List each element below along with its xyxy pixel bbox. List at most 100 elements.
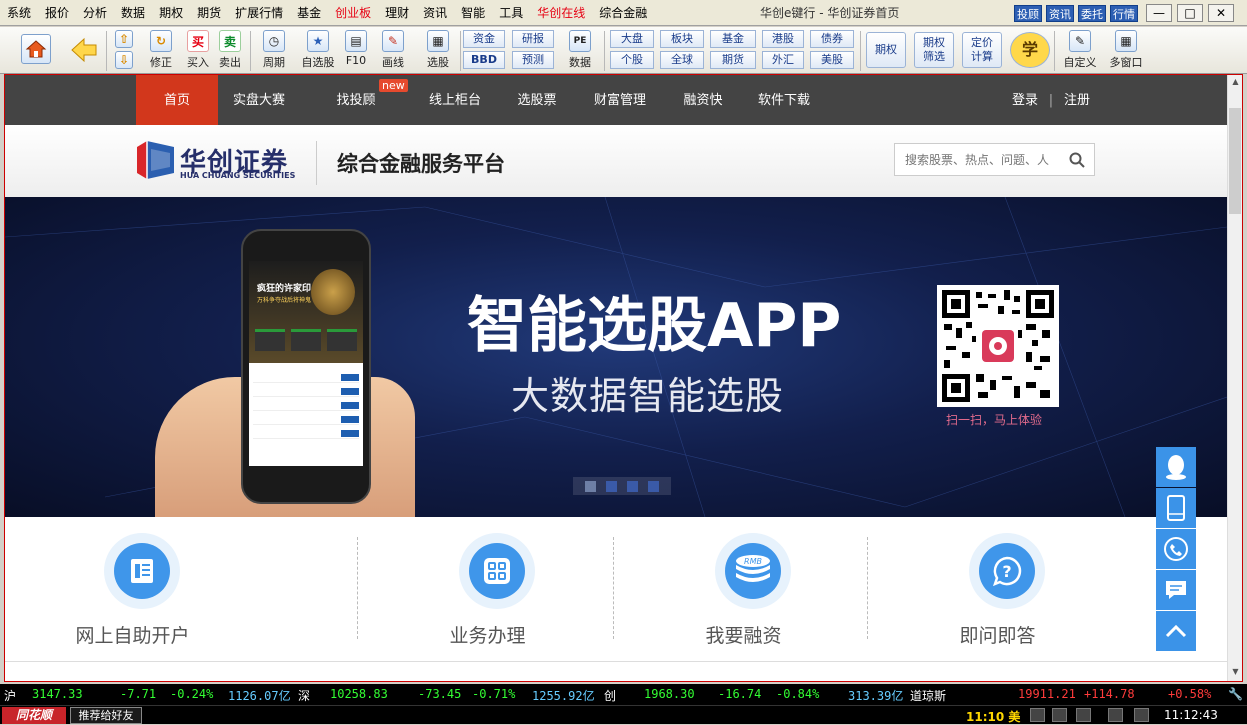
market-button[interactable]: 大盘	[610, 30, 654, 48]
ticker-cy-name[interactable]: 创	[604, 687, 616, 704]
global-button[interactable]: 全球	[660, 51, 704, 69]
data-button[interactable]: PE 数据	[560, 30, 600, 72]
advisor-button[interactable]: 投顾	[1014, 5, 1042, 22]
research-button[interactable]: 研报	[512, 30, 554, 48]
period-button[interactable]: ◷ 周期	[256, 30, 292, 72]
options-button[interactable]: 期权	[866, 32, 906, 68]
bell-icon[interactable]	[1052, 708, 1067, 722]
fund-market-button[interactable]: 基金	[710, 30, 756, 48]
menu-analysis[interactable]: 分析	[76, 0, 114, 26]
menu-huachuang-online[interactable]: 华创在线	[530, 0, 592, 26]
search-icon[interactable]	[1069, 152, 1085, 168]
sell-button[interactable]: 卖 卖出	[216, 30, 244, 72]
service-qa[interactable]: ? 即问即答	[870, 517, 1125, 667]
scroll-down-icon[interactable]: ▼	[1230, 667, 1241, 678]
nav-wealth[interactable]: 财富管理	[585, 75, 655, 125]
chat-icon[interactable]	[1156, 570, 1196, 610]
futures-button[interactable]: 期货	[710, 51, 756, 69]
select-stock-button[interactable]: ▦ 选股	[418, 30, 458, 72]
menu-fund[interactable]: 基金	[290, 0, 328, 26]
phone-subtitle: 万科争夺战后将神鬼	[257, 297, 312, 304]
menu-gem-board[interactable]: 创业板	[328, 0, 378, 26]
nav-pick-stocks[interactable]: 选股票	[507, 75, 567, 125]
phone-icon[interactable]	[1156, 488, 1196, 528]
menu-wealth[interactable]: 理财	[378, 0, 416, 26]
f10-button[interactable]: ▤ F10	[342, 30, 370, 72]
nav-online-counter[interactable]: 线上柜台	[419, 75, 491, 125]
menu-smart[interactable]: 智能	[454, 0, 492, 26]
multiwindow-button[interactable]: ▦ 多窗口	[1104, 30, 1148, 72]
forecast-button[interactable]: 预测	[512, 51, 554, 69]
drawline-button[interactable]: ✎ 画线	[374, 30, 412, 72]
sector-button[interactable]: 板块	[660, 30, 704, 48]
back-button[interactable]	[66, 30, 102, 72]
ticker-sz-name[interactable]: 深	[298, 687, 310, 704]
scroll-thumb[interactable]	[1229, 108, 1241, 214]
fund-button[interactable]: 资金	[463, 30, 505, 48]
promo-banner[interactable]: 疯狂的许家印 万科争夺战后将神鬼 智能选股APP 大数据智能选股 扫一扫，马上体…	[5, 197, 1227, 517]
message-icon[interactable]	[1030, 708, 1045, 722]
network-icon[interactable]	[1108, 708, 1123, 722]
brand-logo[interactable]: 同花顺	[2, 707, 66, 724]
menu-integrated-finance[interactable]: 综合金融	[592, 0, 654, 26]
carousel-dot[interactable]	[627, 481, 638, 492]
carousel-dot[interactable]	[606, 481, 617, 492]
settings-icon[interactable]	[1134, 708, 1149, 722]
menu-system[interactable]: 系统	[0, 0, 38, 26]
ticker-sh-name[interactable]: 沪	[4, 687, 16, 704]
logo-icon[interactable]	[137, 141, 174, 179]
hk-stock-button[interactable]: 港股	[762, 30, 804, 48]
login-link[interactable]: 登录	[1005, 75, 1045, 125]
learn-icon[interactable]: 学	[1010, 32, 1050, 68]
menu-futures[interactable]: 期货	[190, 0, 228, 26]
register-link[interactable]: 注册	[1057, 75, 1097, 125]
search-input[interactable]	[895, 144, 1069, 175]
qq-icon[interactable]	[1156, 447, 1196, 487]
custom-button[interactable]: ✎ 自定义	[1058, 30, 1102, 72]
ticker-dj-name[interactable]: 道琼斯	[910, 687, 946, 704]
maximize-button[interactable]: □	[1177, 4, 1203, 22]
forex-button[interactable]: 外汇	[762, 51, 804, 69]
wrench-icon[interactable]: 🔧	[1228, 687, 1243, 701]
modify-button[interactable]: ↻ 修正	[146, 30, 176, 72]
calendar-icon[interactable]	[1076, 708, 1091, 722]
us-stock-button[interactable]: 美股	[810, 51, 854, 69]
menu-news[interactable]: 资讯	[416, 0, 454, 26]
bond-button[interactable]: 债券	[810, 30, 854, 48]
banner-subline: 大数据智能选股	[511, 374, 785, 418]
service-financing[interactable]: RMB 我要融资	[616, 517, 871, 667]
nav-software-download[interactable]: 软件下载	[749, 75, 819, 125]
carousel-dot[interactable]	[648, 481, 659, 492]
nav-home[interactable]: 首页	[136, 75, 218, 125]
buy-button[interactable]: 买 买入	[184, 30, 212, 72]
minimize-button[interactable]: —	[1146, 4, 1172, 22]
menu-quote[interactable]: 报价	[38, 0, 76, 26]
service-business[interactable]: 业务办理	[360, 517, 615, 667]
menu-options[interactable]: 期权	[152, 0, 190, 26]
home-button[interactable]	[12, 30, 60, 72]
nav-fast-financing[interactable]: 融资快	[673, 75, 733, 125]
entrust-button[interactable]: 委托	[1078, 5, 1106, 22]
news-button[interactable]: 资讯	[1046, 5, 1074, 22]
scroll-up-icon[interactable]: ▲	[1230, 77, 1241, 88]
single-stock-button[interactable]: 个股	[610, 51, 654, 69]
option-screen-button[interactable]: 期权 筛选	[914, 32, 954, 68]
up-arrow-icon[interactable]	[1156, 611, 1196, 651]
page-up-button[interactable]: ⇧ ⇩	[112, 30, 136, 72]
carousel-dot[interactable]	[585, 481, 596, 492]
service-open-account[interactable]: 网上自助开户	[5, 517, 260, 667]
menu-data[interactable]: 数据	[114, 0, 152, 26]
news-time[interactable]: 11:10 美	[966, 708, 1020, 725]
pricing-button[interactable]: 定价 计算	[962, 32, 1002, 68]
close-button[interactable]: ✕	[1208, 4, 1234, 22]
menu-extended-quotes[interactable]: 扩展行情	[228, 0, 290, 26]
call-icon[interactable]	[1156, 529, 1196, 569]
ticker-sh-pct: -0.24%	[170, 687, 214, 701]
menu-tools[interactable]: 工具	[492, 0, 530, 26]
quotes-button[interactable]: 行情	[1110, 5, 1138, 22]
nav-live-contest[interactable]: 实盘大赛	[218, 75, 300, 125]
vertical-scrollbar[interactable]: ▲ ▼	[1227, 75, 1242, 681]
bbd-button[interactable]: BBD	[463, 51, 505, 69]
recommend-button[interactable]: 推荐给好友	[70, 707, 142, 724]
selfpick-button[interactable]: ★ 自选股	[298, 30, 338, 72]
